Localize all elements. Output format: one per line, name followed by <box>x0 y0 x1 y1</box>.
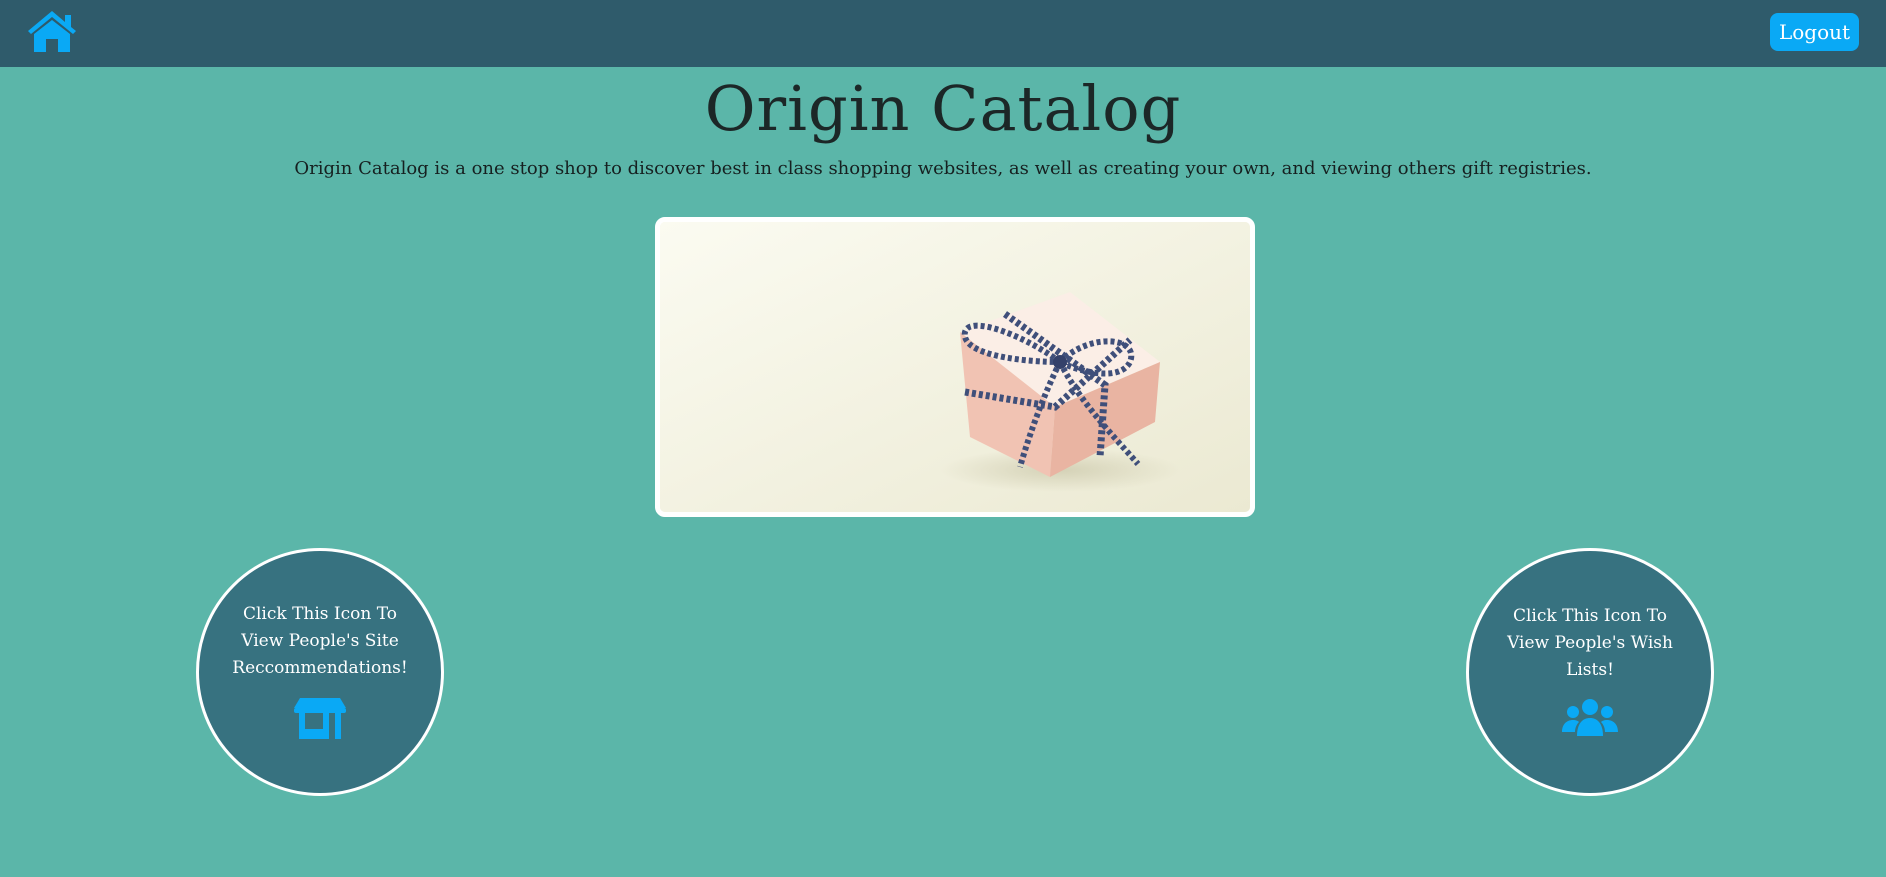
logout-button[interactable]: Logout <box>1770 13 1859 51</box>
navbar: Logout <box>0 0 1886 67</box>
wish-lists-text: Click This Icon To View People's Wish Li… <box>1507 605 1673 680</box>
site-recommendations-card[interactable]: Click This Icon To View People's Site Re… <box>196 548 444 796</box>
page-title: Origin Catalog <box>704 72 1182 145</box>
hero-gift-image <box>655 217 1255 517</box>
wish-lists-card[interactable]: Click This Icon To View People's Wish Li… <box>1466 548 1714 796</box>
store-icon[interactable] <box>293 696 347 744</box>
users-icon[interactable] <box>1562 698 1618 742</box>
page-description: Origin Catalog is a one stop shop to dis… <box>294 158 1592 179</box>
site-recommendations-text: Click This Icon To View People's Site Re… <box>232 603 408 678</box>
home-icon[interactable] <box>24 8 80 54</box>
